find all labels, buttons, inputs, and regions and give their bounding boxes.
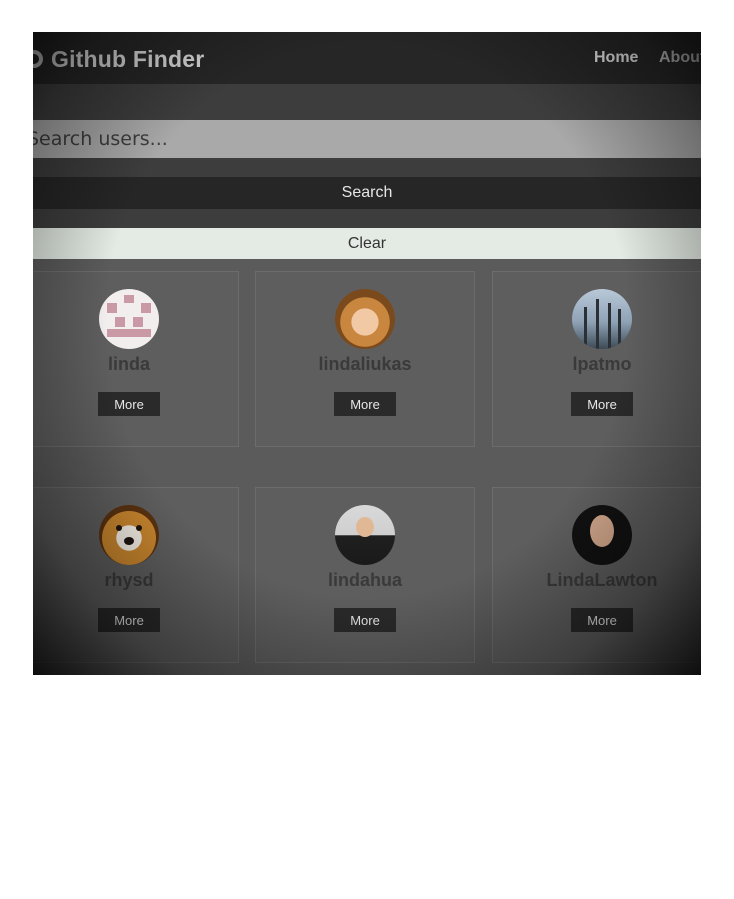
navbar: Github Finder Home About: [33, 32, 701, 84]
more-button[interactable]: More: [334, 392, 396, 416]
clear-button[interactable]: Clear: [33, 228, 701, 259]
username: LindaLawton: [546, 570, 658, 590]
more-button[interactable]: More: [98, 392, 160, 416]
more-button[interactable]: More: [98, 608, 160, 632]
avatar: [99, 505, 159, 565]
user-card: LindaLawton More: [492, 487, 701, 663]
user-card: lindahua More: [255, 487, 475, 663]
avatar: [335, 505, 395, 565]
username: lindahua: [327, 570, 402, 590]
username: lpatmo: [572, 354, 632, 374]
github-icon: [33, 50, 43, 68]
user-card: lindaliukas More: [255, 271, 475, 447]
more-button[interactable]: More: [571, 608, 633, 632]
nav-link-about[interactable]: About: [659, 49, 701, 67]
user-card: lpatmo More: [492, 271, 701, 447]
brand-title: Github Finder: [51, 45, 205, 72]
more-button[interactable]: More: [571, 392, 633, 416]
app-screenshot: Github Finder Home About Search Clear li…: [33, 32, 701, 675]
username: lindaliukas: [318, 354, 412, 374]
brand[interactable]: Github Finder: [33, 44, 204, 74]
user-card: rhysd More: [33, 487, 239, 663]
avatar: [572, 505, 632, 565]
avatar: [335, 289, 395, 349]
avatar: [572, 289, 632, 349]
avatar: [99, 289, 159, 349]
user-card: linda More: [33, 271, 239, 447]
more-button[interactable]: More: [334, 608, 396, 632]
search-input[interactable]: [33, 120, 701, 158]
username: linda: [107, 354, 150, 374]
username: rhysd: [104, 570, 154, 590]
search-button[interactable]: Search: [33, 177, 701, 209]
nav-link-home[interactable]: Home: [594, 49, 638, 67]
